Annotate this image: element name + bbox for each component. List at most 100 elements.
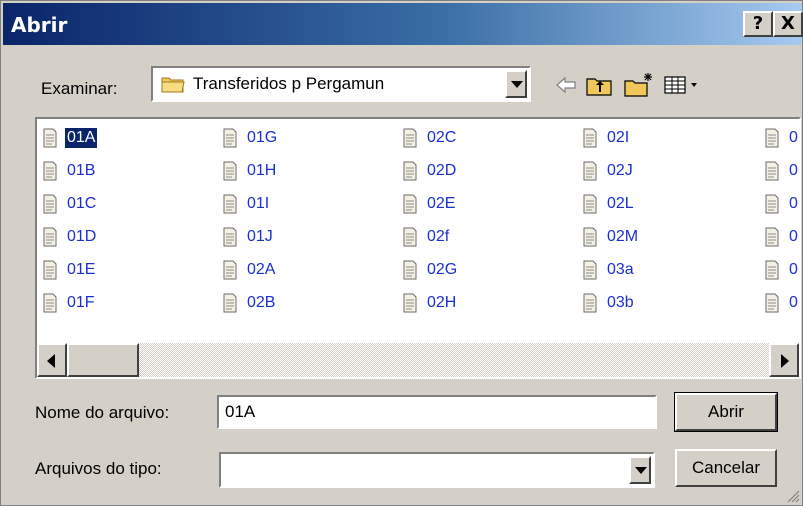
text-document-icon (765, 293, 779, 313)
open-file-dialog: Abrir ? X Examinar: Transferidos p Perga… (0, 0, 803, 506)
file-item-label: 01F (67, 293, 95, 311)
file-item[interactable]: 03b (579, 286, 640, 319)
file-name-label: Nome do arquivo: (35, 403, 170, 422)
file-item[interactable]: 02B (219, 286, 279, 319)
cancel-button[interactable]: Cancelar (675, 449, 777, 487)
file-item-label: 02f (427, 227, 450, 245)
file-item[interactable]: 02A (219, 253, 279, 286)
text-document-icon (43, 128, 57, 148)
file-list-column: 01G 01H 01I 01J 02A 02B (219, 121, 279, 319)
file-item[interactable]: 01I (219, 187, 279, 220)
file-item[interactable]: 02D (399, 154, 459, 187)
text-document-icon (765, 260, 779, 280)
file-list[interactable]: 01A 01B 01C 01D 01E 01F 01G 01H 01I 01J 02A 02B 02C 0… (35, 117, 801, 379)
file-item[interactable]: 03a (579, 253, 640, 286)
scroll-left-button[interactable] (37, 343, 67, 377)
file-item[interactable]: 01F (39, 286, 98, 319)
file-item-label: 01E (67, 260, 96, 278)
file-list-column: 02C 02D 02E 02f 02G 02H (399, 121, 459, 319)
new-folder-icon[interactable] (621, 71, 655, 99)
file-item[interactable]: 01G (219, 121, 279, 154)
file-item[interactable]: 02G (399, 253, 459, 286)
chevron-down-icon[interactable] (629, 456, 651, 484)
file-item[interactable]: 0 (761, 154, 799, 187)
file-item-label: 02B (247, 293, 276, 311)
file-item-label: 02H (427, 293, 457, 311)
file-name-input[interactable] (217, 395, 657, 429)
file-item[interactable]: 01E (39, 253, 98, 286)
file-item[interactable]: 0 (761, 187, 799, 220)
file-item[interactable]: 01J (219, 220, 279, 253)
file-item-label: 0 (789, 194, 798, 212)
look-in-label: Examinar: (41, 79, 118, 98)
resize-grip-icon[interactable] (784, 487, 800, 503)
help-button[interactable]: ? (743, 11, 773, 37)
file-item[interactable]: 02J (579, 154, 640, 187)
file-item-label: 03b (607, 293, 634, 311)
file-item[interactable]: 0 (761, 286, 799, 319)
file-item[interactable]: 01C (39, 187, 98, 220)
file-list-column: 0 0 0 0 0 0 (761, 121, 799, 319)
title-bar[interactable]: Abrir ? X (3, 3, 803, 45)
file-type-dropdown[interactable] (219, 452, 655, 488)
file-item[interactable]: 0 (761, 121, 799, 154)
up-folder-icon[interactable] (583, 71, 617, 99)
file-item[interactable]: 01H (219, 154, 279, 187)
file-item-label: 02E (427, 194, 456, 212)
file-item[interactable]: 02L (579, 187, 640, 220)
file-item-label: 03a (607, 260, 634, 278)
text-document-icon (43, 194, 57, 214)
file-item-label: 02D (427, 161, 457, 179)
text-document-icon (583, 161, 597, 181)
file-item[interactable]: 02I (579, 121, 640, 154)
text-document-icon (223, 227, 237, 247)
file-list-column: 02I 02J 02L 02M 03a 03b (579, 121, 640, 319)
file-item[interactable]: 01B (39, 154, 98, 187)
close-button[interactable]: X (773, 11, 803, 37)
look-in-dropdown[interactable]: Transferidos p Pergamun (151, 66, 531, 102)
text-document-icon (583, 194, 597, 214)
text-document-icon (223, 161, 237, 181)
file-item[interactable]: 02H (399, 286, 459, 319)
file-item[interactable]: 02f (399, 220, 459, 253)
file-item[interactable]: 01D (39, 220, 98, 253)
text-document-icon (223, 293, 237, 313)
scrollbar-thumb[interactable] (67, 343, 139, 377)
text-document-icon (223, 194, 237, 214)
text-document-icon (403, 260, 417, 280)
file-item-label: 0 (789, 293, 798, 311)
file-item-label: 01A (65, 127, 98, 148)
text-document-icon (403, 128, 417, 148)
file-list-column: 01A 01B 01C 01D 01E 01F (39, 121, 98, 319)
text-document-icon (223, 128, 237, 148)
views-menu-icon[interactable] (661, 71, 711, 99)
file-item[interactable]: 0 (761, 253, 799, 286)
file-item[interactable]: 02M (579, 220, 640, 253)
file-item[interactable]: 02E (399, 187, 459, 220)
file-item[interactable]: 02C (399, 121, 459, 154)
file-item-label: 02L (607, 194, 634, 212)
text-document-icon (403, 227, 417, 247)
text-document-icon (43, 227, 57, 247)
file-item-label: 02G (427, 260, 458, 278)
text-document-icon (403, 194, 417, 214)
text-document-icon (765, 227, 779, 247)
file-item-label: 01I (247, 194, 270, 212)
file-item-label: 02J (607, 161, 633, 179)
file-item[interactable]: 01A (39, 121, 98, 154)
text-document-icon (43, 260, 57, 280)
open-button[interactable]: Abrir (674, 392, 778, 432)
text-document-icon (583, 260, 597, 280)
chevron-down-icon[interactable] (505, 70, 527, 98)
text-document-icon (583, 227, 597, 247)
look-in-value: Transferidos p Pergamun (193, 74, 385, 93)
file-item[interactable]: 0 (761, 220, 799, 253)
text-document-icon (403, 161, 417, 181)
horizontal-scrollbar[interactable] (37, 343, 799, 377)
text-document-icon (583, 128, 597, 148)
back-arrow-icon[interactable] (549, 71, 583, 99)
file-item-label: 01D (67, 227, 97, 245)
file-item-label: 01B (67, 161, 96, 179)
file-item-label: 01H (247, 161, 277, 179)
scroll-right-button[interactable] (769, 343, 799, 377)
